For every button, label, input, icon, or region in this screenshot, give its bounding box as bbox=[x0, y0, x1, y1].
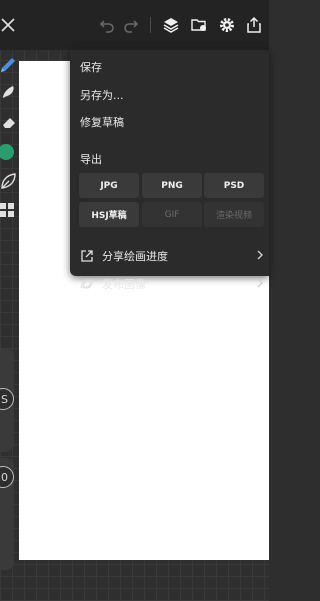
gallery-folder-icon[interactable] bbox=[189, 15, 209, 35]
layers-icon[interactable] bbox=[161, 15, 181, 35]
save-as-menu-item[interactable]: 另存为... bbox=[80, 87, 124, 105]
export-section-label: 导出 bbox=[80, 153, 102, 166]
settings-gear-icon[interactable] bbox=[217, 15, 237, 35]
repair-draft-menu-item[interactable]: 修复草稿 bbox=[80, 114, 124, 132]
export-psd-button[interactable]: PSD bbox=[204, 173, 264, 198]
publish-image-row[interactable]: 发布图像 bbox=[80, 274, 266, 294]
export-hsj-draft-button[interactable]: HSJ草稿 bbox=[79, 202, 139, 227]
smudge-tool-icon[interactable] bbox=[0, 82, 19, 102]
export-render-video-button[interactable]: 渲染视频 bbox=[204, 202, 264, 227]
chevron-right-icon bbox=[256, 249, 264, 264]
share-progress-label: 分享绘画进度 bbox=[102, 250, 168, 263]
redo-icon[interactable] bbox=[121, 15, 141, 35]
grid-tools-icon[interactable] bbox=[0, 200, 19, 220]
undo-icon[interactable] bbox=[97, 15, 117, 35]
share-link-icon bbox=[80, 249, 94, 263]
brush-tool-icon[interactable] bbox=[0, 53, 19, 73]
planet-icon bbox=[80, 277, 94, 291]
color-picker-swatch[interactable] bbox=[0, 142, 19, 162]
share-export-icon[interactable] bbox=[244, 15, 264, 35]
top-toolbar bbox=[0, 0, 269, 50]
share-progress-row[interactable]: 分享绘画进度 bbox=[80, 246, 266, 266]
export-gif-button[interactable]: GIF bbox=[142, 202, 202, 227]
close-icon[interactable] bbox=[0, 15, 18, 35]
publish-image-label: 发布图像 bbox=[102, 278, 146, 291]
left-tool-sidebar: S 0 bbox=[0, 50, 19, 601]
toolbar-divider bbox=[150, 17, 151, 33]
save-menu-item[interactable]: 保存 bbox=[80, 59, 102, 77]
export-png-button[interactable]: PNG bbox=[142, 173, 202, 198]
chevron-right-icon bbox=[256, 277, 264, 292]
eraser-tool-icon[interactable] bbox=[0, 112, 19, 132]
leaf-tool-icon[interactable] bbox=[0, 171, 19, 191]
export-jpg-button[interactable]: JPG bbox=[79, 173, 139, 198]
export-menu-panel: 保存 另存为... 修复草稿 导出 JPG PNG PSD HSJ草稿 GIF … bbox=[70, 50, 269, 291]
